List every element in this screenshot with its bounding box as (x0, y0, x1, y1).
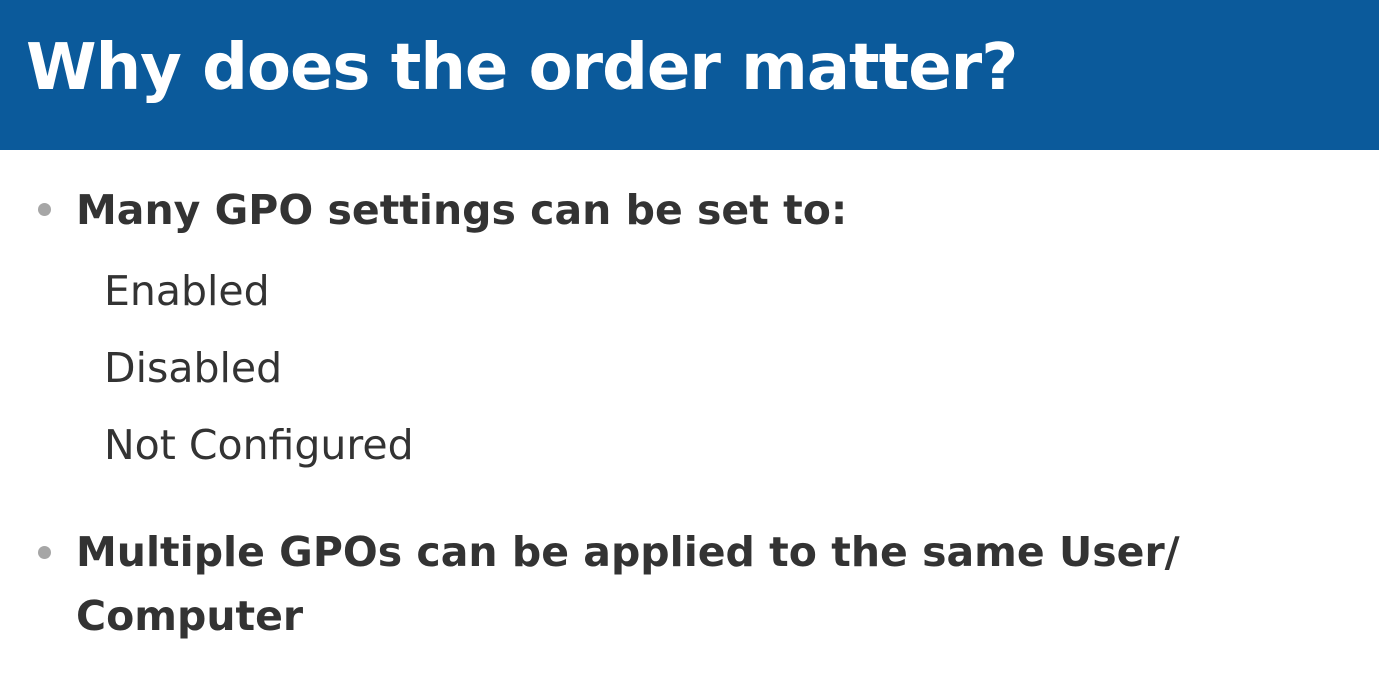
slide-content: Many GPO settings can be set to: Enabled… (0, 150, 1379, 673)
bullet-multiple-gpos: Multiple GPOs can be applied to the same… (38, 520, 1338, 650)
option-enabled: Enabled (104, 267, 270, 315)
title-bar: Why does the order matter? (0, 0, 1379, 150)
slide: Why does the order matter? Many GPO sett… (0, 0, 1379, 673)
bullet-text: Many GPO settings can be set to: (76, 186, 848, 234)
option-not-configured: Not Configured (104, 421, 414, 469)
bullet-text-line1: Multiple GPOs can be applied to the same… (76, 528, 1180, 576)
option-disabled: Disabled (104, 344, 283, 392)
bullet-gpo-settings: Many GPO settings can be set to: (38, 178, 1338, 242)
bullet-text-line2: Computer (76, 592, 304, 640)
bullet-dot (38, 203, 51, 216)
slide-title: Why does the order matter? (26, 31, 1018, 105)
bullet-dot (38, 546, 51, 559)
setting-options-list: Enabled Disabled Not Configured (104, 253, 414, 484)
